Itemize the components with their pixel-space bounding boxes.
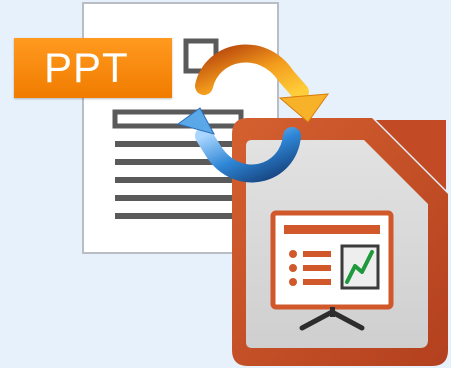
document-text-line [115, 177, 241, 183]
document-text-line [115, 213, 241, 219]
slide-bullet [289, 250, 297, 258]
document-text-line [115, 141, 241, 147]
slide-bullet [289, 278, 297, 286]
slide-text-line [303, 279, 331, 285]
ppt-badge-label: PPT [44, 44, 129, 91]
slide-bullet [289, 264, 297, 272]
libreoffice-impress-icon [232, 118, 448, 366]
slide-text-line [303, 265, 331, 271]
conversion-illustration: PPT [0, 0, 451, 368]
document-text-line [115, 195, 241, 201]
orange-arrowhead [278, 93, 330, 123]
slide-text-line [303, 251, 331, 257]
slide-title-bar [284, 225, 380, 234]
